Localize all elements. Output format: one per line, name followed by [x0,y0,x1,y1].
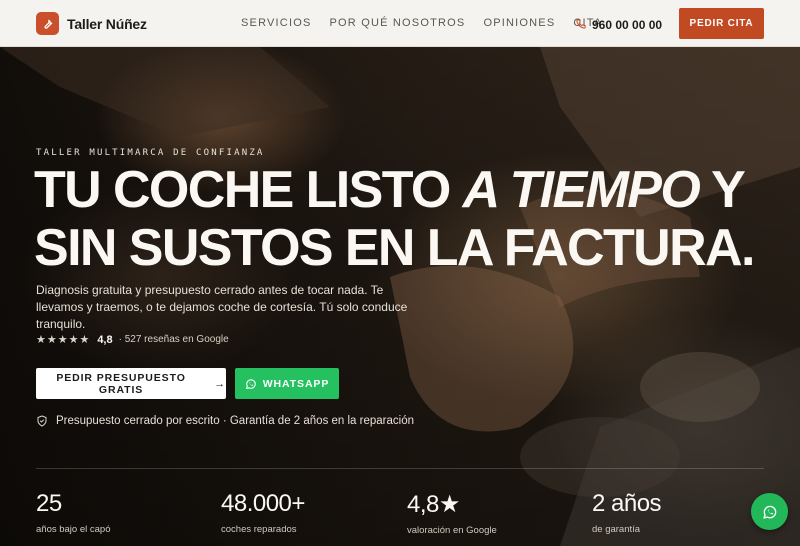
stat-label: de garantía [592,524,641,535]
hero-eyebrow: TALLER MULTIMARCA DE CONFIANZA [36,148,265,158]
arrow-right-icon: → [214,377,226,390]
headline-emphasis: A TIEMPO [462,161,701,219]
phone-link[interactable]: 960 00 00 00 [576,16,662,34]
headline-part-1: TU COCHE LISTO [34,161,463,219]
stat-value: 2 años [592,490,662,517]
guarantee-text: Presupuesto cerrado por escrito · Garant… [56,415,414,427]
hero-subtitle: Diagnosis gratuita y presupuesto cerrado… [36,283,408,331]
whatsapp-icon [762,505,776,519]
stat-label: valoración en Google [407,525,497,536]
whatsapp-label: WHATSAPP [262,377,330,390]
rating-stars: ★★★★★ [36,334,91,346]
nav-item-por-que-nosotros[interactable]: POR QUÉ NOSOTROS [330,17,466,29]
stat-value: 25 [36,490,62,517]
stat-label: coches reparados [221,524,297,535]
stats-divider [36,468,764,469]
phone-icon [576,16,586,34]
wrench-icon [36,12,59,35]
nav-item-servicios[interactable]: SERVICIOS [241,17,312,29]
main-nav: SERVICIOS POR QUÉ NOSOTROS OPINIONES CIT… [241,17,620,29]
stat-value: 4,8★ [407,491,460,518]
guarantee-note: Presupuesto cerrado por escrito · Garant… [36,415,414,427]
rating-count: · 527 reseñas en Google [118,334,229,345]
stat-rating: 4,8★ valoración en Google [407,490,497,536]
pedir-cita-button[interactable]: PEDIR CITA [679,8,764,39]
phone-number: 960 00 00 00 [592,18,663,32]
stat-label: años bajo el capó [36,524,111,535]
google-rating: ★★★★★ 4,8 · 527 reseñas en Google [36,333,229,347]
stat-warranty: 2 años de garantía [592,490,662,535]
stat-years: 25 años bajo el capó [36,490,110,535]
shield-check-icon [37,415,47,427]
hero-headline: TU COCHE LISTO A TIEMPO Y SIN SUSTOS EN … [34,161,774,277]
stat-cars: 48.000+ coches reparados [221,490,305,535]
floating-whatsapp-button[interactable] [751,493,788,530]
hero-section: TALLER MULTIMARCA DE CONFIANZA TU COCHE … [0,47,800,546]
stat-value: 48.000+ [221,490,305,517]
brand-logo[interactable]: Taller Núñez [36,12,147,35]
brand-name: Taller Núñez [67,15,147,32]
whatsapp-icon [245,378,256,389]
site-header: Taller Núñez SERVICIOS POR QUÉ NOSOTROS … [0,0,800,47]
rating-value: 4,8 [97,333,113,346]
pedir-presupuesto-button[interactable]: PEDIR PRESUPUESTO GRATIS → [36,368,226,399]
whatsapp-button[interactable]: WHATSAPP [235,368,339,399]
nav-item-opiniones[interactable]: OPINIONES [483,17,555,29]
pedir-presupuesto-label: PEDIR PRESUPUESTO GRATIS [56,371,186,396]
